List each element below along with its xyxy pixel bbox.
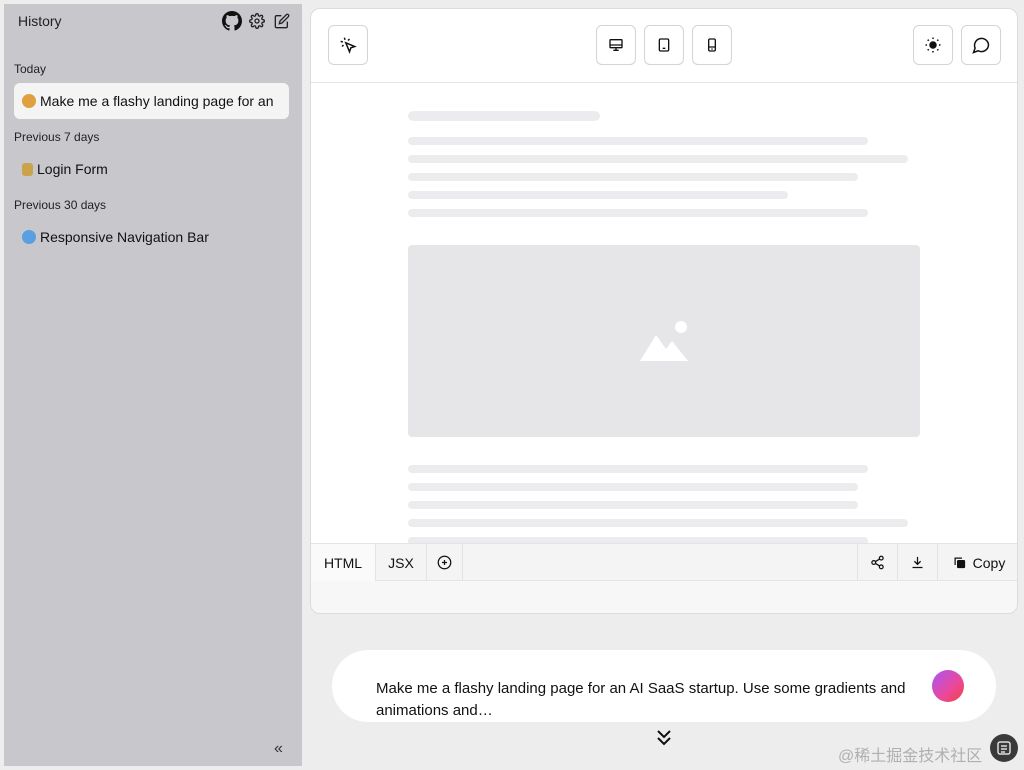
skeleton-line — [408, 155, 908, 163]
history-item-label: Responsive Navigation Bar — [40, 229, 209, 245]
edit-icon[interactable] — [272, 11, 292, 31]
image-placeholder-icon — [640, 321, 688, 361]
section-label-previous-30-days: Previous 30 days — [14, 198, 107, 212]
code-editor[interactable] — [311, 581, 1017, 613]
history-item-label: Login Form — [37, 161, 108, 177]
section-label-previous-7-days: Previous 7 days — [14, 130, 100, 144]
collapse-sidebar-button[interactable]: « — [274, 740, 283, 758]
section-label-today: Today — [14, 62, 47, 76]
theme-toggle-button[interactable] — [913, 25, 953, 65]
code-tabs-bar: HTML JSX Copy — [311, 543, 1017, 581]
mobile-icon — [708, 38, 716, 52]
history-item-login-form[interactable]: Login Form — [14, 151, 289, 187]
sidebar-header: History — [4, 4, 302, 38]
skeleton-title — [408, 111, 600, 121]
scroll-down-button[interactable] — [652, 727, 676, 749]
copy-button[interactable]: Copy — [937, 544, 1017, 581]
prompt-text[interactable]: Make me a flashy landing page for an AI … — [376, 678, 936, 722]
share-icon — [871, 555, 884, 570]
skeleton-line — [408, 191, 788, 199]
skeleton-line — [408, 465, 868, 473]
skeleton-line — [408, 137, 868, 145]
tablet-view-button[interactable] — [644, 25, 684, 65]
select-element-button[interactable] — [328, 25, 368, 65]
desktop-icon — [609, 39, 623, 51]
skeleton-line — [408, 483, 858, 491]
history-sidebar: History Today Make me a flashy landing p… — [4, 4, 302, 766]
chat-bubble-icon — [972, 37, 990, 54]
copy-label: Copy — [972, 554, 1006, 571]
history-item-label: Make me a flashy landing page for an — [40, 93, 274, 109]
add-tab-button[interactable] — [427, 544, 463, 581]
plus-circle-icon — [437, 555, 452, 570]
github-icon[interactable] — [222, 11, 242, 31]
share-button[interactable] — [857, 544, 897, 581]
copy-icon — [954, 557, 965, 569]
history-item-landing-page[interactable]: Make me a flashy landing page for an — [14, 83, 289, 119]
download-button[interactable] — [897, 544, 937, 581]
chat-button[interactable] — [961, 25, 1001, 65]
skeleton-image — [408, 245, 920, 437]
emoji-icon — [22, 94, 36, 108]
globe-icon — [22, 230, 36, 244]
sun-icon — [925, 37, 941, 53]
skeleton-line — [408, 209, 868, 217]
prompt-input[interactable]: Make me a flashy landing page for an AI … — [332, 650, 996, 722]
watermark-logo — [990, 734, 1018, 762]
send-button[interactable] — [932, 670, 964, 702]
double-chevron-down-icon — [657, 730, 671, 746]
tab-jsx[interactable]: JSX — [376, 544, 427, 581]
cursor-click-icon — [340, 37, 357, 54]
history-item-responsive-nav[interactable]: Responsive Navigation Bar — [14, 219, 289, 255]
preview-canvas — [311, 83, 1017, 543]
lock-icon — [22, 162, 33, 176]
skeleton-line — [408, 173, 858, 181]
sidebar-title: History — [18, 13, 62, 29]
preview-panel: HTML JSX Copy — [310, 8, 1018, 614]
watermark: @稀土掘金技术社区 — [838, 748, 983, 765]
tablet-icon — [658, 38, 670, 52]
download-icon — [912, 556, 923, 569]
gear-icon[interactable] — [247, 11, 267, 31]
skeleton-line — [408, 501, 858, 509]
desktop-view-button[interactable] — [596, 25, 636, 65]
mobile-view-button[interactable] — [692, 25, 732, 65]
tab-html[interactable]: HTML — [311, 544, 376, 581]
skeleton-line — [408, 519, 908, 527]
preview-toolbar — [311, 9, 1017, 83]
